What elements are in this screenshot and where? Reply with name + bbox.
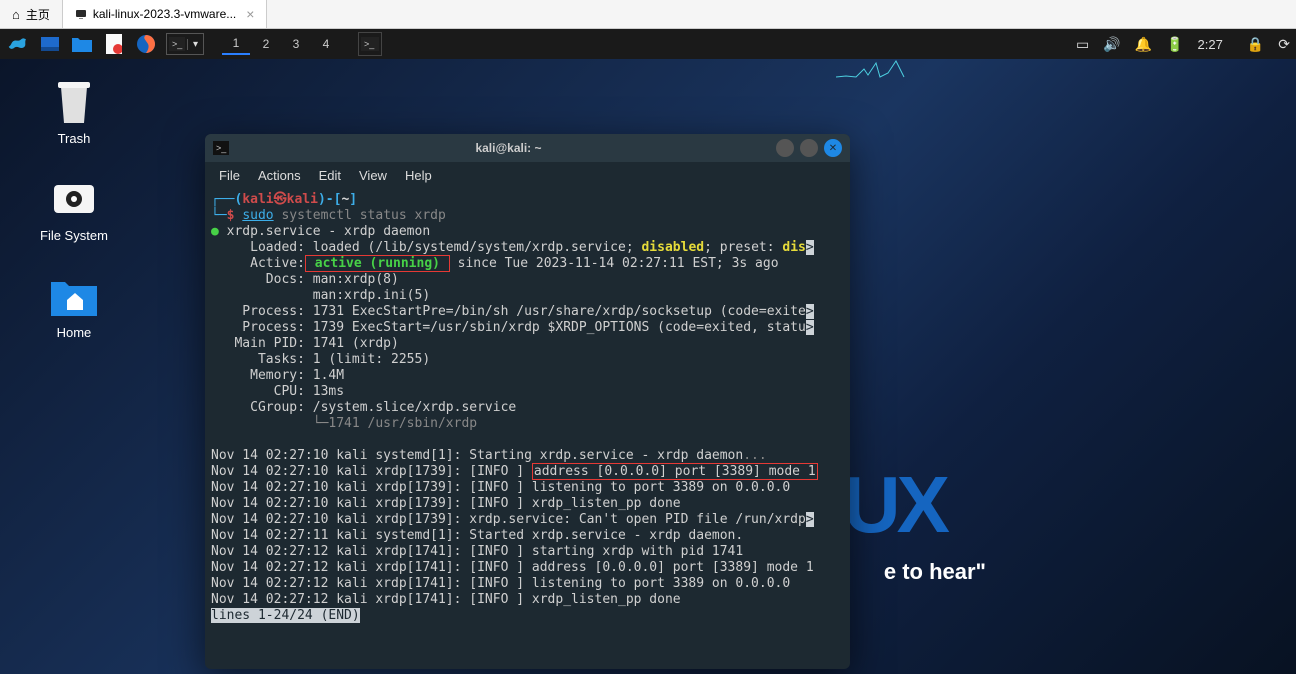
drive-icon <box>51 176 97 222</box>
home-icon: ⌂ <box>12 7 20 22</box>
svg-text:>_: >_ <box>364 39 375 49</box>
cgroup: CGroup: /system.slice/xrdp.service <box>211 400 516 415</box>
volume-icon[interactable]: 🔊 <box>1103 36 1120 53</box>
xfce-taskbar: >_ ▾ 1 2 3 4 >_ ▭ 🔊 🔔 🔋 2:27 🔒 ⟳ <box>0 29 1296 59</box>
clock[interactable]: 2:27 <box>1198 37 1223 52</box>
proc1: Process: 1731 ExecStartPre=/bin/sh /usr/… <box>211 304 806 319</box>
terminal-titlebar[interactable]: >_ kali@kali: ~ ✕ <box>205 134 850 162</box>
cpu: CPU: 13ms <box>211 384 344 399</box>
log2: Nov 14 02:27:10 kali xrdp[1739]: [INFO ]… <box>211 463 818 480</box>
active-line: Active: active (running) since Tue 2023-… <box>211 255 779 272</box>
terminal-launcher[interactable]: >_ ▾ <box>166 33 204 55</box>
log8: Nov 14 02:27:12 kali xrdp[1741]: [INFO ]… <box>211 560 814 575</box>
kali-menu-button[interactable] <box>6 32 30 56</box>
svg-text:>_: >_ <box>216 143 227 153</box>
home-desktop-icon[interactable]: Home <box>40 273 108 340</box>
svc-line: xrdp.service - xrdp daemon <box>219 224 430 239</box>
menu-actions[interactable]: Actions <box>258 168 301 183</box>
vmware-tab-home-label: 主页 <box>26 6 50 23</box>
docs1: Docs: man:xrdp(8) <box>211 272 399 287</box>
home-folder-icon <box>51 273 97 319</box>
workspace-switcher: 1 2 3 4 <box>222 33 340 55</box>
show-desktop-button[interactable] <box>38 32 62 56</box>
terminal-menubar: File Actions Edit View Help <box>205 162 850 188</box>
window-minimize-button[interactable] <box>776 139 794 157</box>
terminal-app-icon: >_ <box>213 141 241 155</box>
cgroup2: └─1741 /usr/sbin/xrdp <box>211 416 477 431</box>
network-graph <box>836 59 906 79</box>
terminal-icon: >_ <box>167 37 187 51</box>
file-manager-button[interactable] <box>70 32 94 56</box>
window-close-button[interactable]: ✕ <box>824 139 842 157</box>
trash-desktop-icon[interactable]: Trash <box>40 79 108 146</box>
loaded-line: Loaded: loaded (/lib/systemd/system/xrdp… <box>211 240 806 255</box>
log4: Nov 14 02:27:10 kali xrdp[1739]: [INFO ]… <box>211 496 681 511</box>
document-icon <box>106 34 122 54</box>
home-label: Home <box>57 325 92 340</box>
battery-icon[interactable]: 🔋 <box>1166 36 1183 53</box>
wallpaper-slogan: e to hear" <box>884 559 986 585</box>
wallpaper-text-ux: UX <box>843 459 946 551</box>
filesystem-label: File System <box>40 228 108 243</box>
terminal-icon: >_ <box>361 37 379 51</box>
mainpid: Main PID: 1741 (xrdp) <box>211 336 399 351</box>
show-desktop-icon <box>41 37 59 51</box>
folder-icon <box>72 36 92 52</box>
pager-status: lines 1-24/24 (END) <box>211 608 360 623</box>
log7: Nov 14 02:27:12 kali xrdp[1741]: [INFO ]… <box>211 544 743 559</box>
lock-icon[interactable]: 🔒 <box>1247 36 1264 53</box>
cmd-rest: systemctl status xrdp <box>274 208 446 223</box>
log3: Nov 14 02:27:10 kali xrdp[1739]: [INFO ]… <box>211 480 790 495</box>
close-icon[interactable]: × <box>246 6 254 22</box>
status-dot: ● <box>211 224 219 239</box>
vmware-tab-vm[interactable]: kali-linux-2023.3-vmware... × <box>63 0 268 28</box>
vmware-tab-vm-label: kali-linux-2023.3-vmware... <box>93 7 236 21</box>
terminal-title: kali@kali: ~ <box>241 141 776 155</box>
notification-icon[interactable]: 🔔 <box>1135 36 1152 53</box>
display-icon[interactable]: ▭ <box>1076 36 1089 53</box>
workspace-1[interactable]: 1 <box>222 33 250 55</box>
firefox-button[interactable] <box>134 32 158 56</box>
prompt-line1: ┌──(kali㉿kali)-[~] <box>211 192 357 207</box>
terminal-body[interactable]: ┌──(kali㉿kali)-[~] └─$ sudo systemctl st… <box>205 188 850 669</box>
memory: Memory: 1.4M <box>211 368 344 383</box>
prompt-line2: └─$ <box>211 208 234 223</box>
power-icon[interactable]: ⟳ <box>1278 36 1290 53</box>
menu-view[interactable]: View <box>359 168 387 183</box>
window-maximize-button[interactable] <box>800 139 818 157</box>
cmd-sudo: sudo <box>242 208 273 223</box>
filesystem-desktop-icon[interactable]: File System <box>40 176 108 243</box>
workspace-4[interactable]: 4 <box>312 33 340 55</box>
kali-dragon-icon <box>7 33 29 55</box>
log6: Nov 14 02:27:11 kali systemd[1]: Started… <box>211 528 743 543</box>
workspace-2[interactable]: 2 <box>252 33 280 55</box>
log1: Nov 14 02:27:10 kali systemd[1]: Startin… <box>211 448 767 463</box>
workspace-3[interactable]: 3 <box>282 33 310 55</box>
firefox-icon <box>136 34 156 54</box>
proc2: Process: 1739 ExecStart=/usr/sbin/xrdp $… <box>211 320 806 335</box>
trash-label: Trash <box>58 131 91 146</box>
desktop-icons: Trash File System Home <box>40 79 108 340</box>
docs2: man:xrdp.ini(5) <box>211 288 430 303</box>
menu-help[interactable]: Help <box>405 168 432 183</box>
menu-file[interactable]: File <box>219 168 240 183</box>
vm-icon <box>75 8 87 20</box>
terminal-window: >_ kali@kali: ~ ✕ File Actions Edit View… <box>205 134 850 669</box>
running-terminal-task[interactable]: >_ <box>358 32 382 56</box>
log9: Nov 14 02:27:12 kali xrdp[1741]: [INFO ]… <box>211 576 790 591</box>
vmware-tab-bar: ⌂ 主页 kali-linux-2023.3-vmware... × <box>0 0 1296 29</box>
kali-desktop: >_ ▾ 1 2 3 4 >_ ▭ 🔊 🔔 🔋 2:27 🔒 ⟳ <box>0 29 1296 674</box>
trash-icon <box>51 79 97 125</box>
svg-text:>_: >_ <box>172 39 183 49</box>
log10: Nov 14 02:27:12 kali xrdp[1741]: [INFO ]… <box>211 592 681 607</box>
chevron-down-icon[interactable]: ▾ <box>187 39 203 50</box>
text-editor-button[interactable] <box>102 32 126 56</box>
log5: Nov 14 02:27:10 kali xrdp[1739]: xrdp.se… <box>211 512 806 527</box>
tasks: Tasks: 1 (limit: 2255) <box>211 352 430 367</box>
menu-edit[interactable]: Edit <box>319 168 341 183</box>
scroll-indicator: > <box>806 240 814 255</box>
vmware-tab-home[interactable]: ⌂ 主页 <box>0 0 63 28</box>
